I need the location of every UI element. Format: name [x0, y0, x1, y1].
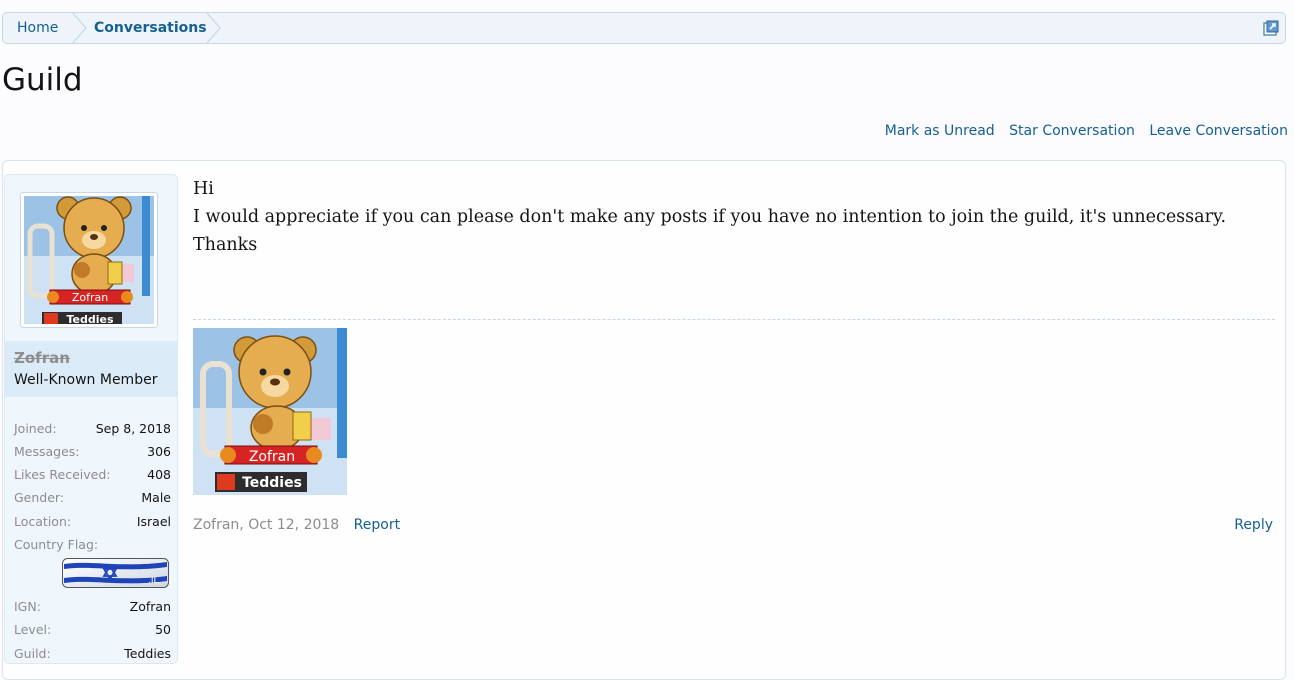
info-row-guild: Guild: Teddies	[14, 645, 171, 663]
info-label: Joined:	[14, 421, 57, 436]
breadcrumb-separator-icon	[71, 12, 87, 44]
message-body: Hi I would appreciate if you can please …	[193, 175, 1226, 259]
breadcrumb: Home Conversations	[2, 12, 1286, 44]
message-meta: Zofran, Oct 12, 2018 Report	[193, 517, 400, 533]
info-label: Likes Received:	[14, 467, 111, 482]
info-value: Zofran	[129, 599, 171, 614]
page-title: Guild	[2, 62, 83, 98]
israel-flag-icon: .IL	[62, 558, 169, 588]
signature-divider	[193, 319, 1275, 320]
info-value[interactable]: 306	[147, 443, 171, 461]
info-row-country-flag: Country Flag:	[14, 536, 171, 554]
info-value: Male	[141, 490, 171, 505]
info-label: IGN:	[14, 599, 41, 614]
message-line: Hi	[193, 179, 214, 199]
info-label: Messages:	[14, 444, 80, 459]
avatar-image: Zofran Teddies	[24, 196, 154, 326]
author-date[interactable]: Zofran, Oct 12, 2018	[193, 517, 339, 533]
svg-text:.IL: .IL	[148, 576, 159, 586]
info-row-level: Level: 50	[14, 621, 171, 639]
info-row-location: Location: Israel	[14, 513, 171, 531]
breadcrumb-conversations-link[interactable]: Conversations	[94, 13, 207, 43]
signature-guild-tag: Teddies	[242, 475, 302, 491]
mark-as-unread-link[interactable]: Mark as Unread	[885, 123, 995, 139]
info-value: Teddies	[124, 646, 171, 661]
breadcrumb-separator-icon	[205, 12, 221, 44]
avatar[interactable]: Zofran Teddies	[20, 192, 158, 328]
message-line: I would appreciate if you can please don…	[193, 207, 1227, 227]
user-title: Well-Known Member	[14, 372, 158, 388]
info-label: Gender:	[14, 490, 65, 505]
jump-menu-icon[interactable]	[1263, 20, 1279, 36]
info-row-ign: IGN: Zofran	[14, 598, 171, 616]
info-row-gender: Gender: Male	[14, 489, 171, 507]
info-value: Sep 8, 2018	[95, 421, 171, 436]
info-label: Country Flag:	[14, 537, 99, 552]
user-info-box: Zofran Teddies Zofran Well-Known Member …	[4, 174, 178, 664]
avatar-name-tag: Zofran	[72, 291, 108, 304]
info-label: Level:	[14, 622, 52, 637]
message-container: Zofran Teddies Zofran Well-Known Member …	[2, 160, 1286, 680]
info-label: Guild:	[14, 646, 51, 661]
info-label: Location:	[14, 514, 72, 529]
conversation-actions: Mark as Unread Star Conversation Leave C…	[875, 123, 1288, 139]
info-value: 408	[147, 467, 171, 482]
star-conversation-link[interactable]: Star Conversation	[1009, 123, 1135, 139]
user-name-block: Zofran Well-Known Member	[5, 341, 177, 397]
signature-name-tag: Zofran	[249, 449, 295, 465]
info-value: 50	[155, 622, 171, 637]
info-value[interactable]: Israel	[137, 513, 171, 531]
breadcrumb-home-link[interactable]: Home	[17, 13, 58, 43]
reply-link[interactable]: Reply	[1234, 517, 1273, 533]
message-line: Thanks	[193, 235, 258, 255]
report-link[interactable]: Report	[354, 517, 400, 533]
info-row-likes: Likes Received: 408	[14, 466, 171, 484]
username-link[interactable]: Zofran	[14, 349, 70, 367]
info-row-joined: Joined: Sep 8, 2018	[14, 420, 171, 438]
leave-conversation-link[interactable]: Leave Conversation	[1149, 123, 1288, 139]
avatar-guild-tag: Teddies	[66, 313, 113, 324]
signature-image: Zofran Teddies	[193, 328, 347, 495]
info-row-messages: Messages: 306	[14, 443, 171, 461]
